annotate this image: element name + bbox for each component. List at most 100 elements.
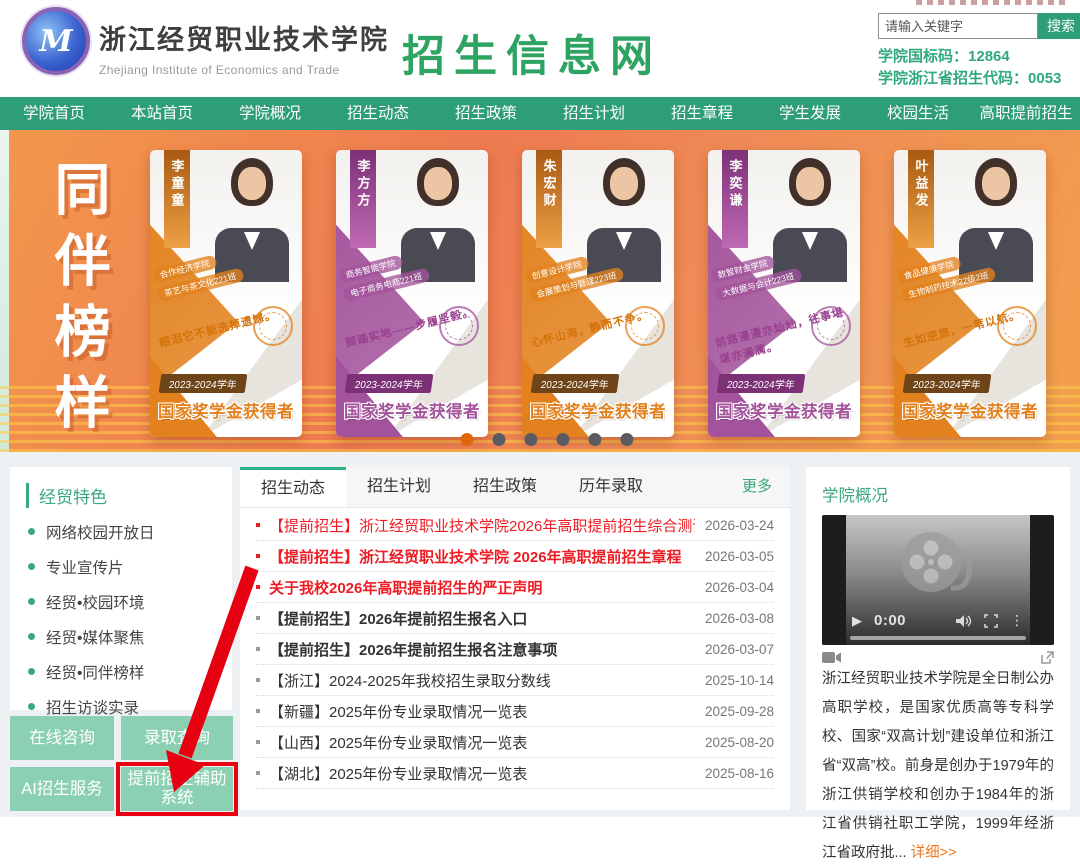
student-poster[interactable]: 李奕谦 数智财金学院 大数据与会计223班 前路漫漫亦灿灿，往事堪堪亦澜澜。 2… [708, 150, 860, 437]
carousel-dot[interactable] [556, 433, 569, 446]
feature-item[interactable]: 经贸•校园环境 [28, 584, 232, 619]
student-poster[interactable]: 叶益发 食品健康学院 生物制药技术22级2班 生如逆旅，一苇以航。 2023-2… [894, 150, 1046, 437]
features-list: 网络校园开放日专业宣传片经贸•校园环境经贸•媒体聚焦经贸•同伴榜样招生访谈实录 [10, 514, 232, 724]
video-menu-icon[interactable]: ⋮ [1010, 612, 1024, 629]
logo-letter: M [39, 24, 72, 59]
feature-item[interactable]: 经贸•媒体聚焦 [28, 619, 232, 654]
quick-button[interactable]: AI招生服务 [10, 767, 114, 811]
news-item[interactable]: 【提前招生】浙江经贸职业技术学院 2026年高职提前招生章程 2026-03-0… [256, 541, 774, 572]
nav-item[interactable]: 招生章程 [648, 97, 756, 130]
news-item[interactable]: 【新疆】2025年份专业录取情况一览表 2025-09-28 [256, 696, 774, 727]
page-header: M 浙江经贸职业技术学院 Zhejiang Institute of Econo… [0, 0, 1080, 97]
award-year-badge: 2023-2024学年 [531, 374, 619, 393]
news-item[interactable]: 【提前招生】2026年提前招生报名注意事项 2026-03-07 [256, 634, 774, 665]
student-name-ribbon: 李奕谦 [722, 150, 748, 248]
banner-carousel: 同伴榜样 李童童 合作经济学院 茶艺与茶文化221班 眼泪它不能洗掉遗憾。 20… [0, 130, 1080, 452]
news-tab-strip: 招生动态招生计划招生政策历年录取 [240, 467, 664, 507]
news-item-date: 2026-03-07 [705, 642, 774, 657]
news-item[interactable]: 【提前招生】2026年提前招生报名入口 2026-03-08 [256, 603, 774, 634]
quick-buttons: 在线咨询录取查询AI招生服务提前招生辅助系统 [10, 716, 234, 811]
news-item-title: 【提前招生】2026年提前招生报名注意事项 [269, 639, 695, 660]
quick-button[interactable]: 在线咨询 [10, 716, 114, 760]
news-item[interactable]: 【提前招生】浙江经贸职业技术学院2026年高职提前招生综合测评实施细... 20… [256, 510, 774, 541]
news-item-title: 【山西】2025年份专业录取情况一览表 [269, 732, 695, 753]
school-logo: M [22, 7, 90, 75]
nav-item[interactable]: 招生计划 [540, 97, 648, 130]
news-tab[interactable]: 招生政策 [452, 467, 558, 507]
news-item-title: 【浙江】2024-2025年我校招生录取分数线 [269, 670, 695, 691]
nav-item[interactable]: 高职提前招生 [972, 97, 1080, 130]
news-more-link[interactable]: 更多 [742, 467, 790, 507]
news-tab[interactable]: 招生计划 [346, 467, 452, 507]
award-title: 国家奖学金获得者 [708, 398, 860, 422]
code-line: 学院国标码：12864 [878, 46, 1061, 68]
carousel-dot[interactable] [524, 433, 537, 446]
quick-button[interactable]: 录取查询 [121, 716, 233, 760]
news-item[interactable]: 【山西】2025年份专业录取情况一览表 2025-08-20 [256, 727, 774, 758]
news-item-date: 2025-08-16 [705, 766, 774, 781]
student-poster[interactable]: 朱宏财 创意设计学院 会展策划与管理223班 心怀山海，静而不争。 2023-2… [522, 150, 674, 437]
code-line: 学院浙江省招生代码：0053 [878, 68, 1061, 90]
nav-item[interactable]: 学院概况 [216, 97, 324, 130]
news-item-date: 2026-03-05 [705, 549, 774, 564]
news-panel: 招生动态招生计划招生政策历年录取 更多 【提前招生】浙江经贸职业技术学院2026… [240, 467, 790, 810]
nav-item[interactable]: 学院首页 [0, 97, 108, 130]
news-item[interactable]: 【湖北】2025年份专业录取情况一览表 2025-08-16 [256, 758, 774, 789]
overview-detail-link[interactable]: 详细>> [911, 845, 957, 861]
overview-description: 浙江经贸职业技术学院是全日制公办高职学校，是国家优质高等专科学校、国家“双高计划… [806, 664, 1070, 868]
overview-panel: 学院概况 ▶ 0:00 [806, 467, 1070, 810]
news-item-date: 2025-08-20 [705, 735, 774, 750]
main-nav: 学院首页本站首页学院概况招生动态招生政策招生计划招生章程学生发展校园生活高职提前… [0, 97, 1080, 130]
overview-title: 学院概况 [806, 467, 1070, 515]
news-tab[interactable]: 历年录取 [558, 467, 664, 507]
award-title: 国家奖学金获得者 [336, 398, 488, 422]
school-name-en: Zhejiang Institute of Economics and Trad… [99, 63, 389, 77]
volume-icon[interactable] [956, 614, 972, 628]
feature-item[interactable]: 经贸•同伴榜样 [28, 654, 232, 689]
carousel-dot[interactable] [620, 433, 633, 446]
student-poster[interactable]: 李方方 商务智能学院 电子商务电商221班 脚踏实地——步履坚毅。 2023-2… [336, 150, 488, 437]
award-title: 国家奖学金获得者 [150, 398, 302, 422]
video-progress-bar[interactable] [850, 636, 1026, 640]
carousel-dot[interactable] [588, 433, 601, 446]
content-area: 经贸特色 网络校园开放日专业宣传片经贸•校园环境经贸•媒体聚焦经贸•同伴榜样招生… [0, 452, 1080, 817]
nav-item[interactable]: 本站首页 [108, 97, 216, 130]
award-seal [625, 306, 665, 346]
award-seal [253, 306, 293, 346]
features-panel: 经贸特色 网络校园开放日专业宣传片经贸•校园环境经贸•媒体聚焦经贸•同伴榜样招生… [10, 467, 232, 710]
award-year-badge: 2023-2024学年 [345, 374, 433, 393]
news-item-date: 2025-09-28 [705, 704, 774, 719]
news-list: 【提前招生】浙江经贸职业技术学院2026年高职提前招生综合测评实施细... 20… [240, 510, 790, 789]
external-link-icon[interactable] [1041, 651, 1054, 664]
nav-item[interactable]: 学生发展 [756, 97, 864, 130]
award-year-badge: 2023-2024学年 [717, 374, 805, 393]
video-player[interactable]: ▶ 0:00 ⋮ [822, 515, 1054, 645]
fullscreen-icon[interactable] [984, 614, 998, 628]
clipped-topbar-text [916, 0, 1066, 5]
banner-vertical-title: 同伴榜样 [38, 160, 119, 444]
play-button[interactable]: ▶ [852, 613, 862, 629]
news-item[interactable]: 关于我校2026年高职提前招生的严正声明 2026-03-04 [256, 572, 774, 603]
search-button[interactable]: 搜索 [1038, 13, 1080, 39]
quick-button[interactable]: 提前招生辅助系统 [121, 767, 233, 811]
award-title: 国家奖学金获得者 [522, 398, 674, 422]
carousel-dot[interactable] [492, 433, 505, 446]
news-item-date: 2026-03-24 [705, 518, 774, 533]
news-item[interactable]: 【浙江】2024-2025年我校招生录取分数线 2025-10-14 [256, 665, 774, 696]
feature-item[interactable]: 专业宣传片 [28, 549, 232, 584]
news-item-title: 【湖北】2025年份专业录取情况一览表 [269, 763, 695, 784]
news-tab[interactable]: 招生动态 [240, 467, 346, 507]
feature-item[interactable]: 网络校园开放日 [28, 514, 232, 549]
news-tabs: 招生动态招生计划招生政策历年录取 更多 [240, 467, 790, 508]
nav-item[interactable]: 招生政策 [432, 97, 540, 130]
nav-item[interactable]: 招生动态 [324, 97, 432, 130]
features-title: 经贸特色 [26, 483, 232, 508]
student-poster[interactable]: 李童童 合作经济学院 茶艺与茶文化221班 眼泪它不能洗掉遗憾。 2023-20… [150, 150, 302, 437]
carousel-dot[interactable] [460, 433, 473, 446]
carousel-dots [460, 433, 633, 446]
news-item-title: 【提前招生】浙江经贸职业技术学院 2026年高职提前招生章程 [269, 546, 695, 567]
news-item-date: 2025-10-14 [705, 673, 774, 688]
video-time: 0:00 [874, 612, 906, 629]
nav-item[interactable]: 校园生活 [864, 97, 972, 130]
search-input[interactable] [878, 13, 1038, 39]
